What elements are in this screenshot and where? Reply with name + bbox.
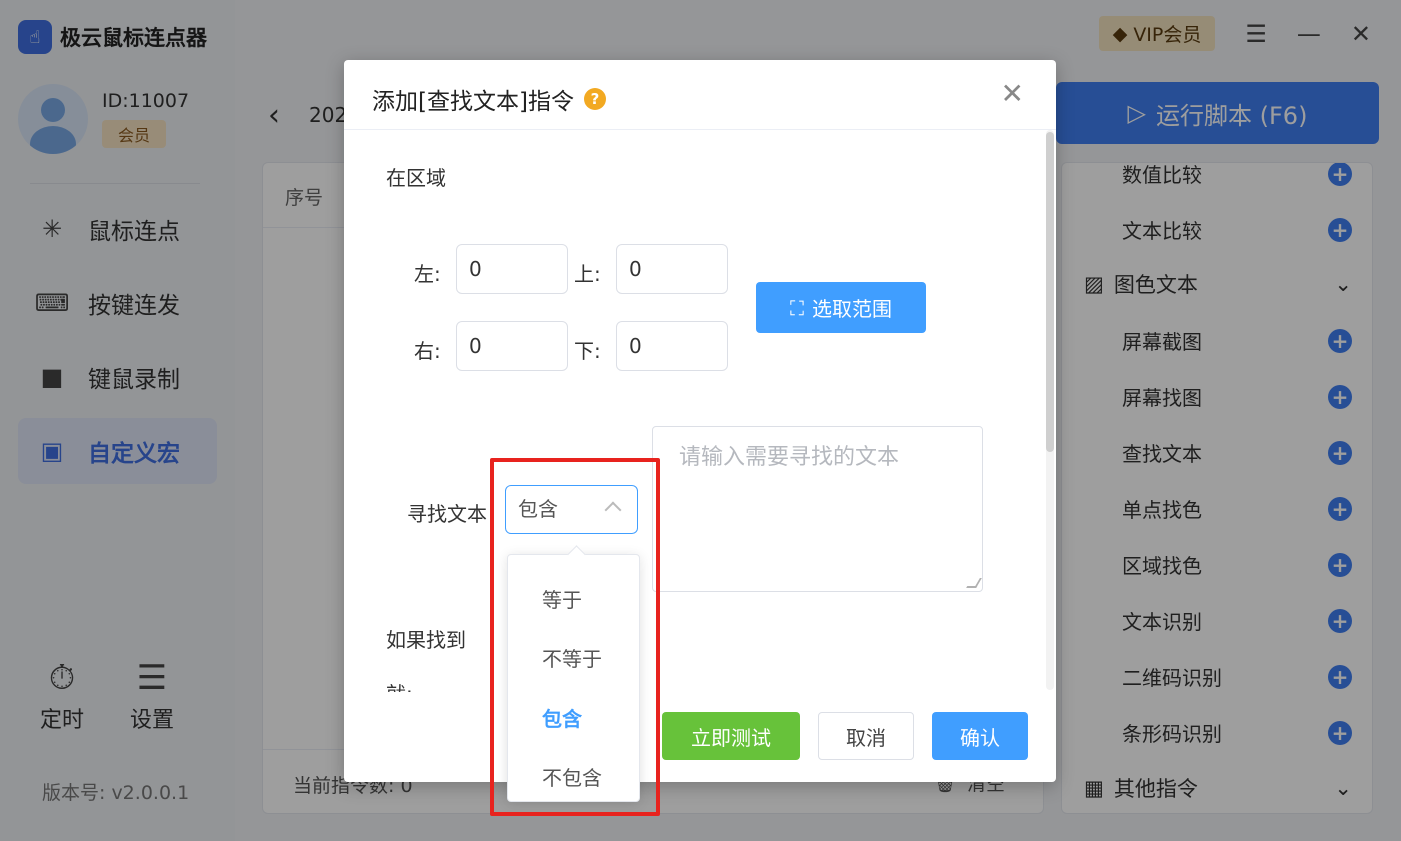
close-icon[interactable]: ✕ [1001,80,1024,108]
resize-grip-icon[interactable] [966,578,982,588]
if-found-label: 如果找到 [386,628,466,652]
search-text-placeholder: 请输入需要寻找的文本 [679,445,900,470]
region-section-label: 在区域 [386,166,446,190]
dialog-scrollbar-thumb[interactable] [1046,132,1054,452]
confirm-button[interactable]: 确认 [932,712,1028,760]
then-label: 就: [386,678,413,692]
test-now-button[interactable]: 立即测试 [662,712,800,760]
add-find-text-dialog: 添加[查找文本]指令 ? ✕ 在区域 左: 0 上: 0 右: 0 下: 0 ⛶… [344,60,1056,782]
bottom-label: 下: [574,339,601,363]
select-range-label: 选取范围 [812,297,892,321]
top-label: 上: [574,262,601,286]
right-label: 右: [414,339,441,363]
crop-icon: ⛶ [790,295,804,320]
find-text-label: 寻找文本 [407,502,487,526]
dialog-title: 添加[查找文本]指令 ? [372,82,606,116]
left-input[interactable]: 0 [456,244,568,294]
cancel-button[interactable]: 取消 [818,712,914,760]
top-input[interactable]: 0 [616,244,728,294]
bottom-input[interactable]: 0 [616,321,728,371]
dialog-header: 添加[查找文本]指令 ? ✕ [344,60,1056,130]
search-text-input[interactable]: 请输入需要寻找的文本 [652,426,983,592]
annotation-highlight-box [490,458,660,816]
help-icon[interactable]: ? [583,88,606,110]
right-input[interactable]: 0 [456,321,568,371]
dialog-title-text: 添加[查找文本]指令 [372,89,574,115]
left-label: 左: [414,262,441,286]
select-range-button[interactable]: ⛶ 选取范围 [756,282,926,333]
